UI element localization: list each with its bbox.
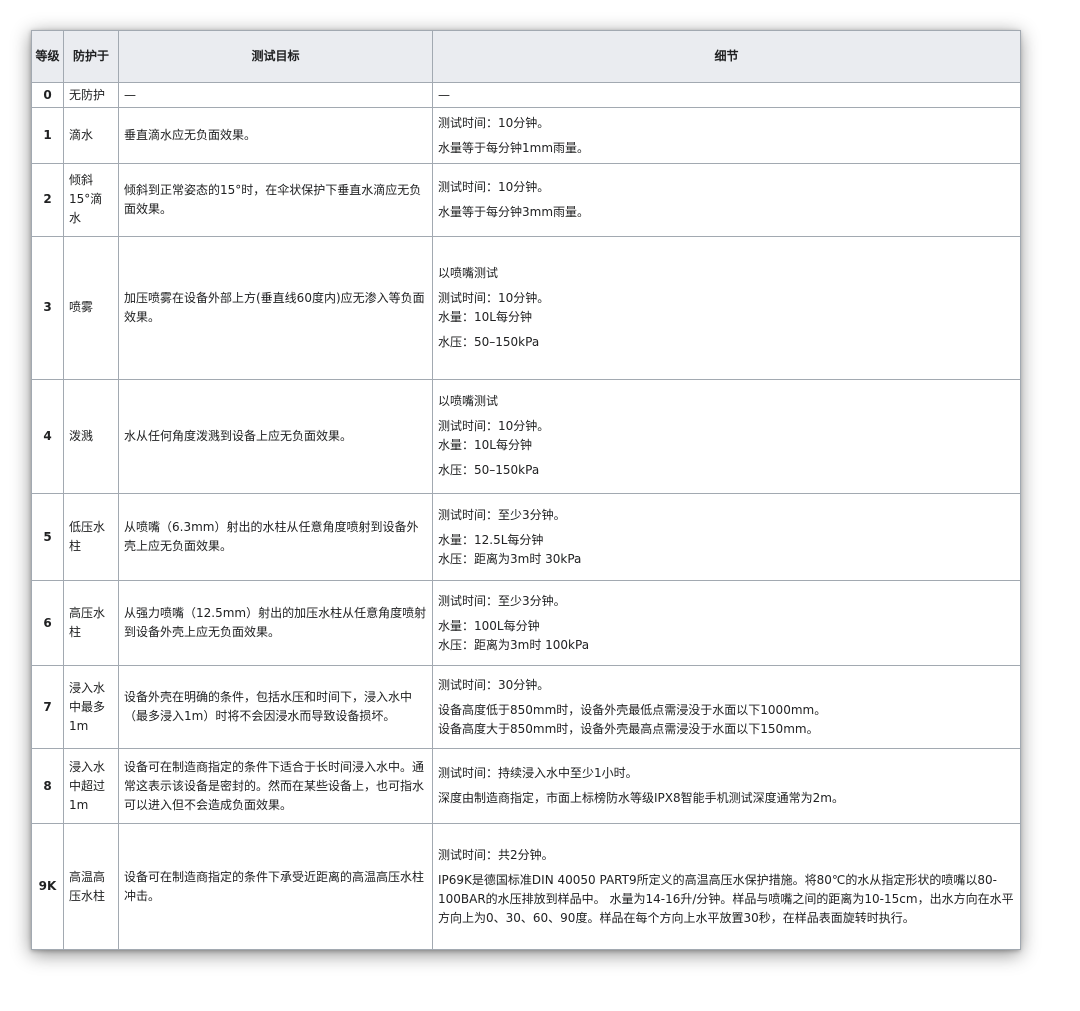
cell-test-goal: — bbox=[118, 81, 433, 109]
detail-line: 深度由制造商指定，市面上标榜防水等级IPX8智能手机测试深度通常为2m。 bbox=[438, 791, 844, 806]
table-row: 2 倾斜15°滴水 倾斜到正常姿态的15°时，在伞状保护下垂直水滴应无负面效果。 测试… bbox=[31, 163, 1021, 237]
cell-details: 测试时间：共2分钟。 IP69K是德国标准DIN 40050 PART9所定义的高… bbox=[432, 823, 1021, 950]
cell-level: 2 bbox=[31, 163, 64, 237]
detail-line: 测试时间：10分钟。 bbox=[438, 419, 550, 434]
cell-test-goal: 从喷嘴（6.3mm）射出的水柱从任意角度喷射到设备外壳上应无负面效果。 bbox=[118, 493, 433, 582]
ip-rating-table-card: 等级 防护于 测试目标 细节 0 无防护 — —1 滴水 垂直滴水应无负面效果。 测试时间：… bbox=[31, 30, 1021, 950]
cell-protect-against: 浸入水中超过1m bbox=[63, 748, 119, 825]
cell-protect-against: 滴水 bbox=[63, 107, 119, 165]
cell-level: 4 bbox=[31, 378, 64, 495]
cell-test-goal: 倾斜到正常姿态的15°时，在伞状保护下垂直水滴应无负面效果。 bbox=[118, 163, 433, 237]
cell-details: 测试时间：至少3分钟。 水量：100L每分钟水压：距离为3m时 100kPa bbox=[432, 580, 1021, 667]
detail-line: 测试时间：10分钟。 bbox=[438, 179, 550, 194]
detail-line: — bbox=[438, 87, 450, 102]
cell-details: 测试时间：10分钟。水量等于每分钟1mm雨量。 bbox=[432, 107, 1021, 165]
cell-protect-against: 低压水柱 bbox=[63, 493, 119, 582]
cell-level: 9K bbox=[31, 823, 64, 950]
detail-line: 水量：10L每分钟 bbox=[438, 438, 532, 453]
header-protect-against: 防护于 bbox=[63, 30, 119, 83]
cell-details: 测试时间：至少3分钟。 水量：12.5L每分钟水压：距离为3m时 30kPa bbox=[432, 493, 1021, 582]
table-row: 7 浸入水中最多1m 设备外壳在明确的条件，包括水压和时间下，浸入水中（最多浸入1m… bbox=[31, 665, 1021, 750]
detail-line: 测试时间：10分钟。 bbox=[438, 290, 550, 305]
detail-line: 水量等于每分钟1mm雨量。 bbox=[438, 140, 590, 155]
detail-line: 以喷嘴测试 bbox=[438, 265, 499, 280]
cell-details: 测试时间：10分钟。水量等于每分钟3mm雨量。 bbox=[432, 163, 1021, 237]
cell-level: 6 bbox=[31, 580, 64, 667]
detail-line: 水压：50–150kPa bbox=[438, 334, 540, 349]
cell-test-goal: 设备可在制造商指定的条件下适合于长时间浸入水中。通常这表示该设备是密封的。然而在… bbox=[118, 748, 433, 825]
cell-level: 1 bbox=[31, 107, 64, 165]
detail-line: 以喷嘴测试 bbox=[438, 394, 499, 409]
detail-line: 水量：10L每分钟 bbox=[438, 309, 532, 324]
cell-details: 以喷嘴测试测试时间：10分钟。 水量：10L每分钟 水压：50–150kPa bbox=[432, 235, 1021, 380]
cell-test-goal: 水从任何角度泼溅到设备上应无负面效果。 bbox=[118, 378, 433, 495]
table-row: 5 低压水柱 从喷嘴（6.3mm）射出的水柱从任意角度喷射到设备外壳上应无负面效果。… bbox=[31, 493, 1021, 582]
cell-test-goal: 设备外壳在明确的条件，包括水压和时间下，浸入水中（最多浸入1m）时将不会因浸水而… bbox=[118, 665, 433, 750]
detail-line: 水量等于每分钟3mm雨量。 bbox=[438, 204, 590, 219]
detail-line: 测试时间：共2分钟。 bbox=[438, 847, 554, 862]
header-level: 等级 bbox=[31, 30, 64, 83]
cell-level: 8 bbox=[31, 748, 64, 825]
cell-level: 7 bbox=[31, 665, 64, 750]
header-details: 细节 bbox=[432, 30, 1021, 83]
detail-line: 水量：100L每分钟 bbox=[438, 618, 540, 633]
detail-line: 水量：12.5L每分钟 bbox=[438, 532, 544, 547]
table-row: 4 泼溅 水从任何角度泼溅到设备上应无负面效果。 以喷嘴测试测试时间：10分钟。 水量：… bbox=[31, 378, 1021, 495]
cell-protect-against: 无防护 bbox=[63, 81, 119, 109]
cell-test-goal: 从强力喷嘴（12.5mm）射出的加压水柱从任意角度喷射到设备外壳上应无负面效果。 bbox=[118, 580, 433, 667]
cell-protect-against: 高温高压水柱 bbox=[63, 823, 119, 950]
detail-line: 测试时间：10分钟。 bbox=[438, 115, 550, 130]
detail-line: 水压：50–150kPa bbox=[438, 463, 540, 478]
detail-line: 设备高度低于850mm时，设备外壳最低点需浸没于水面以下1000mm。 bbox=[438, 702, 827, 717]
table-row: 9K 高温高压水柱 设备可在制造商指定的条件下承受近距离的高温高压水柱冲击。 测试时间… bbox=[31, 823, 1021, 950]
ip-rating-table: 等级 防护于 测试目标 细节 0 无防护 — —1 滴水 垂直滴水应无负面效果。 测试时间：… bbox=[31, 30, 1021, 950]
table-row: 6 高压水柱 从强力喷嘴（12.5mm）射出的加压水柱从任意角度喷射到设备外壳上应无… bbox=[31, 580, 1021, 667]
detail-line: 测试时间：30分钟。 bbox=[438, 677, 550, 692]
detail-line: 水压：距离为3m时 100kPa bbox=[438, 637, 590, 652]
table-row: 1 滴水 垂直滴水应无负面效果。 测试时间：10分钟。水量等于每分钟1mm雨量。 bbox=[31, 107, 1021, 165]
detail-line: 测试时间：至少3分钟。 bbox=[438, 507, 566, 522]
cell-test-goal: 垂直滴水应无负面效果。 bbox=[118, 107, 433, 165]
header-test-goal: 测试目标 bbox=[118, 30, 433, 83]
cell-test-goal: 加压喷雾在设备外部上方(垂直线60度内)应无渗入等负面效果。 bbox=[118, 235, 433, 380]
cell-protect-against: 倾斜15°滴水 bbox=[63, 163, 119, 237]
cell-details: — bbox=[432, 81, 1021, 109]
cell-protect-against: 泼溅 bbox=[63, 378, 119, 495]
cell-protect-against: 喷雾 bbox=[63, 235, 119, 380]
cell-level: 5 bbox=[31, 493, 64, 582]
detail-line: 测试时间：持续浸入水中至少1小时。 bbox=[438, 766, 638, 781]
detail-line: 设备高度大于850mm时，设备外壳最高点需浸没于水面以下150mm。 bbox=[438, 721, 819, 736]
cell-level: 3 bbox=[31, 235, 64, 380]
table-row: 3 喷雾 加压喷雾在设备外部上方(垂直线60度内)应无渗入等负面效果。 以喷嘴测试测试… bbox=[31, 235, 1021, 380]
cell-test-goal: 设备可在制造商指定的条件下承受近距离的高温高压水柱冲击。 bbox=[118, 823, 433, 950]
cell-protect-against: 浸入水中最多1m bbox=[63, 665, 119, 750]
table-row: 0 无防护 — — bbox=[31, 81, 1021, 109]
cell-protect-against: 高压水柱 bbox=[63, 580, 119, 667]
cell-level: 0 bbox=[31, 81, 64, 109]
detail-line: 测试时间：至少3分钟。 bbox=[438, 593, 566, 608]
cell-details: 以喷嘴测试测试时间：10分钟。 水量：10L每分钟 水压：50–150kPa bbox=[432, 378, 1021, 495]
cell-details: 测试时间：持续浸入水中至少1小时。深度由制造商指定，市面上标榜防水等级IPX8智… bbox=[432, 748, 1021, 825]
table-row: 8 浸入水中超过1m 设备可在制造商指定的条件下适合于长时间浸入水中。通常这表示该设… bbox=[31, 748, 1021, 825]
header-row: 等级 防护于 测试目标 细节 bbox=[31, 30, 1021, 83]
detail-line: 水压：距离为3m时 30kPa bbox=[438, 551, 582, 566]
cell-details: 测试时间：30分钟。设备高度低于850mm时，设备外壳最低点需浸没于水面以下10… bbox=[432, 665, 1021, 750]
detail-line: IP69K是德国标准DIN 40050 PART9所定义的高温高压水保护措施。将… bbox=[438, 872, 1014, 925]
